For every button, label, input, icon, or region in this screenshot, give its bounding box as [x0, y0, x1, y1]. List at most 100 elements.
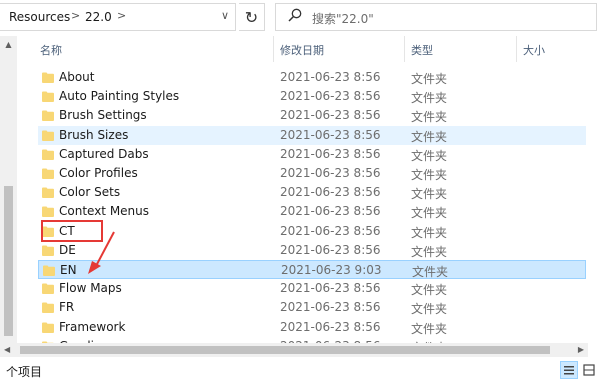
vertical-scrollbar[interactable]: ▲	[0, 36, 17, 343]
file-type: 文件夹	[411, 72, 448, 86]
breadcrumb-resources[interactable]: Resources	[9, 10, 70, 24]
file-name: DE	[59, 242, 76, 257]
breadcrumb-separator[interactable]: >	[71, 9, 80, 22]
folder-icon	[42, 72, 54, 83]
file-type: 文件夹	[411, 244, 448, 259]
details-view-icon	[564, 366, 574, 375]
file-name: Context Menus	[59, 204, 150, 219]
file-row[interactable]: Context Menus 2021-06-23 8:56 文件夹	[38, 202, 586, 221]
file-row[interactable]: About 2021-06-23 8:56 文件夹	[38, 68, 586, 87]
column-divider[interactable]	[516, 36, 517, 62]
column-divider[interactable]	[404, 36, 405, 62]
scroll-up-icon[interactable]: ▲	[0, 36, 17, 53]
large-icons-view-button[interactable]	[580, 361, 598, 379]
folder-icon	[42, 110, 54, 122]
search-placeholder: 搜索"22.0"	[312, 12, 374, 26]
folder-icon	[42, 187, 54, 199]
file-name: Color Sets	[59, 185, 121, 200]
folder-icon	[42, 302, 54, 314]
column-header: ^ 名称 修改日期 类型 大小	[0, 36, 588, 62]
folder-icon	[42, 91, 54, 103]
status-bar: 个项目	[0, 359, 600, 382]
file-name: EN	[60, 263, 77, 277]
file-date: 2021-06-23 8:56	[280, 166, 381, 180]
file-name: Framework	[59, 319, 126, 334]
scroll-thumb[interactable]	[20, 346, 550, 354]
file-row[interactable]: Captured Dabs 2021-06-23 8:56 文件夹	[38, 145, 586, 164]
file-date: 2021-06-23 8:56	[280, 281, 381, 296]
file-date: 2021-06-23 8:56	[280, 89, 381, 104]
file-name: Brush Sizes	[59, 127, 129, 142]
search-box[interactable]: 搜索"22.0"	[275, 3, 597, 31]
folder-icon	[43, 265, 55, 276]
file-type: 文件夹	[411, 110, 448, 125]
scroll-left-icon[interactable]: ◀	[4, 343, 10, 357]
column-name[interactable]: 名称	[40, 42, 62, 58]
file-date: 2021-06-23 8:56	[280, 127, 381, 142]
scroll-right-icon[interactable]: ▶	[578, 343, 584, 357]
sort-ascending-icon: ^	[148, 36, 158, 44]
file-date: 2021-06-23 8:56	[280, 300, 381, 315]
file-type: 文件夹	[411, 129, 448, 144]
toolbar: Resources > 22.0 > ∨ ↻ 搜索"22.0"	[0, 0, 600, 36]
file-type: 文件夹	[412, 265, 449, 279]
item-count: 个项目	[6, 365, 43, 379]
file-type: 文件夹	[411, 91, 448, 106]
column-size[interactable]: 大小	[523, 42, 545, 58]
folder-icon	[42, 206, 54, 218]
horizontal-scrollbar[interactable]: ◀ ▶	[0, 343, 588, 357]
file-date: 2021-06-23 8:56	[280, 242, 381, 257]
file-date: 2021-06-23 8:56	[280, 70, 381, 84]
annotation-arrow	[88, 231, 115, 274]
file-date: 2021-06-23 8:56	[280, 185, 381, 200]
address-bar[interactable]: Resources > 22.0 > ∨	[0, 3, 236, 31]
file-list[interactable]: ^ 名称 修改日期 类型 大小 About 2021-06-23 8:56 文件夹 A…	[0, 36, 588, 343]
refresh-button[interactable]: ↻	[239, 3, 265, 31]
details-view-button[interactable]	[560, 361, 578, 379]
breadcrumb-separator[interactable]: >	[117, 9, 126, 22]
column-date[interactable]: 修改日期	[280, 42, 324, 58]
folder-icon	[42, 283, 54, 295]
file-row[interactable]: FR 2021-06-23 8:56 文件夹	[38, 298, 586, 317]
folder-icon	[42, 168, 54, 179]
address-dropdown-icon[interactable]: ∨	[221, 9, 229, 22]
file-type: 文件夹	[411, 321, 448, 336]
file-row[interactable]: Auto Painting Styles 2021-06-23 8:56 文件夹	[38, 87, 586, 106]
file-date: 2021-06-23 8:56	[280, 204, 381, 219]
file-row[interactable]: Color Sets 2021-06-23 8:56 文件夹	[38, 183, 586, 202]
file-row[interactable]: Brush Settings 2021-06-23 8:56 文件夹	[38, 106, 586, 125]
file-type: 文件夹	[411, 302, 448, 317]
file-name: Brush Settings	[59, 108, 147, 123]
file-type: 文件夹	[411, 225, 448, 240]
file-date: 2021-06-23 8:56	[280, 223, 381, 238]
file-name: Auto Painting Styles	[59, 89, 180, 104]
file-row[interactable]: CT 2021-06-23 8:56 文件夹	[38, 222, 586, 241]
file-type: 文件夹	[411, 206, 448, 221]
folder-icon	[42, 130, 54, 141]
refresh-icon: ↻	[244, 7, 259, 27]
file-row[interactable]: Color Profiles 2021-06-23 8:56 文件夹	[38, 164, 586, 183]
column-type[interactable]: 类型	[411, 42, 433, 58]
large-icons-view-icon	[583, 364, 595, 376]
file-name: Flow Maps	[59, 281, 122, 296]
file-row[interactable]: Brush Sizes 2021-06-23 8:56 文件夹	[38, 125, 586, 145]
file-row[interactable]: Framework 2021-06-23 8:56 文件夹	[38, 318, 586, 337]
file-name: FR	[59, 300, 75, 315]
file-type: 文件夹	[411, 187, 448, 202]
file-row[interactable]: EN 2021-06-23 9:03 文件夹	[38, 260, 586, 279]
file-row[interactable]: DE 2021-06-23 8:56 文件夹	[38, 241, 586, 260]
file-type: 文件夹	[411, 283, 448, 298]
file-date: 2021-06-23 8:56	[280, 108, 381, 123]
file-row[interactable]: Flow Maps 2021-06-23 8:56 文件夹	[38, 279, 586, 298]
file-name: Captured Dabs	[59, 146, 149, 161]
folder-icon	[42, 322, 54, 333]
file-name: About	[59, 70, 95, 84]
search-icon	[288, 8, 302, 22]
column-divider[interactable]	[273, 36, 274, 62]
scroll-thumb[interactable]	[4, 186, 13, 336]
file-date: 2021-06-23 9:03	[281, 263, 382, 277]
file-date: 2021-06-23 8:56	[280, 319, 381, 334]
breadcrumb-22-0[interactable]: 22.0	[85, 10, 112, 24]
file-date: 2021-06-23 8:56	[280, 146, 381, 161]
file-type: 文件夹	[411, 148, 448, 163]
